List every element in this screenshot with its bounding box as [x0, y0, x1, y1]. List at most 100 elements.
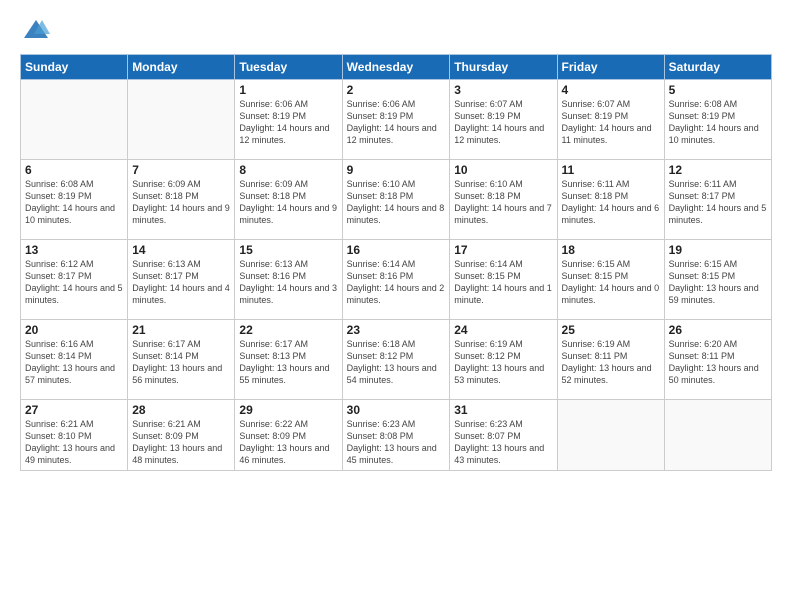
day-info: Sunrise: 6:21 AM Sunset: 8:10 PM Dayligh… [25, 418, 123, 467]
calendar-cell: 29Sunrise: 6:22 AM Sunset: 8:09 PM Dayli… [235, 400, 342, 471]
day-info: Sunrise: 6:14 AM Sunset: 8:16 PM Dayligh… [347, 258, 446, 307]
weekday-header-monday: Monday [128, 55, 235, 80]
day-number: 19 [669, 243, 767, 257]
day-info: Sunrise: 6:06 AM Sunset: 8:19 PM Dayligh… [239, 98, 337, 147]
day-info: Sunrise: 6:19 AM Sunset: 8:12 PM Dayligh… [454, 338, 552, 387]
weekday-header-tuesday: Tuesday [235, 55, 342, 80]
calendar-cell [557, 400, 664, 471]
day-number: 4 [562, 83, 660, 97]
day-number: 2 [347, 83, 446, 97]
day-number: 31 [454, 403, 552, 417]
day-info: Sunrise: 6:21 AM Sunset: 8:09 PM Dayligh… [132, 418, 230, 467]
calendar-cell: 6Sunrise: 6:08 AM Sunset: 8:19 PM Daylig… [21, 160, 128, 240]
calendar-cell: 19Sunrise: 6:15 AM Sunset: 8:15 PM Dayli… [664, 240, 771, 320]
day-number: 29 [239, 403, 337, 417]
day-info: Sunrise: 6:17 AM Sunset: 8:13 PM Dayligh… [239, 338, 337, 387]
calendar-cell: 25Sunrise: 6:19 AM Sunset: 8:11 PM Dayli… [557, 320, 664, 400]
day-number: 27 [25, 403, 123, 417]
day-number: 25 [562, 323, 660, 337]
calendar-cell: 1Sunrise: 6:06 AM Sunset: 8:19 PM Daylig… [235, 80, 342, 160]
day-info: Sunrise: 6:09 AM Sunset: 8:18 PM Dayligh… [132, 178, 230, 227]
day-info: Sunrise: 6:23 AM Sunset: 8:08 PM Dayligh… [347, 418, 446, 467]
calendar-cell: 12Sunrise: 6:11 AM Sunset: 8:17 PM Dayli… [664, 160, 771, 240]
day-info: Sunrise: 6:11 AM Sunset: 8:18 PM Dayligh… [562, 178, 660, 227]
day-info: Sunrise: 6:07 AM Sunset: 8:19 PM Dayligh… [562, 98, 660, 147]
day-number: 7 [132, 163, 230, 177]
calendar-cell: 9Sunrise: 6:10 AM Sunset: 8:18 PM Daylig… [342, 160, 450, 240]
calendar-cell [128, 80, 235, 160]
day-info: Sunrise: 6:19 AM Sunset: 8:11 PM Dayligh… [562, 338, 660, 387]
day-info: Sunrise: 6:06 AM Sunset: 8:19 PM Dayligh… [347, 98, 446, 147]
day-info: Sunrise: 6:12 AM Sunset: 8:17 PM Dayligh… [25, 258, 123, 307]
day-number: 6 [25, 163, 123, 177]
calendar-cell: 20Sunrise: 6:16 AM Sunset: 8:14 PM Dayli… [21, 320, 128, 400]
day-info: Sunrise: 6:22 AM Sunset: 8:09 PM Dayligh… [239, 418, 337, 467]
day-info: Sunrise: 6:17 AM Sunset: 8:14 PM Dayligh… [132, 338, 230, 387]
calendar-cell: 2Sunrise: 6:06 AM Sunset: 8:19 PM Daylig… [342, 80, 450, 160]
calendar-cell: 31Sunrise: 6:23 AM Sunset: 8:07 PM Dayli… [450, 400, 557, 471]
calendar-cell: 7Sunrise: 6:09 AM Sunset: 8:18 PM Daylig… [128, 160, 235, 240]
calendar-cell: 17Sunrise: 6:14 AM Sunset: 8:15 PM Dayli… [450, 240, 557, 320]
day-info: Sunrise: 6:15 AM Sunset: 8:15 PM Dayligh… [562, 258, 660, 307]
calendar-cell: 16Sunrise: 6:14 AM Sunset: 8:16 PM Dayli… [342, 240, 450, 320]
logo [20, 16, 50, 44]
day-number: 20 [25, 323, 123, 337]
calendar-cell: 30Sunrise: 6:23 AM Sunset: 8:08 PM Dayli… [342, 400, 450, 471]
day-info: Sunrise: 6:23 AM Sunset: 8:07 PM Dayligh… [454, 418, 552, 467]
day-number: 23 [347, 323, 446, 337]
day-number: 5 [669, 83, 767, 97]
day-number: 22 [239, 323, 337, 337]
weekday-header-wednesday: Wednesday [342, 55, 450, 80]
calendar-cell: 11Sunrise: 6:11 AM Sunset: 8:18 PM Dayli… [557, 160, 664, 240]
day-info: Sunrise: 6:16 AM Sunset: 8:14 PM Dayligh… [25, 338, 123, 387]
day-number: 8 [239, 163, 337, 177]
calendar-cell: 23Sunrise: 6:18 AM Sunset: 8:12 PM Dayli… [342, 320, 450, 400]
day-number: 16 [347, 243, 446, 257]
day-number: 18 [562, 243, 660, 257]
day-number: 13 [25, 243, 123, 257]
calendar-table: SundayMondayTuesdayWednesdayThursdayFrid… [20, 54, 772, 471]
calendar-cell [664, 400, 771, 471]
calendar-cell: 27Sunrise: 6:21 AM Sunset: 8:10 PM Dayli… [21, 400, 128, 471]
logo-icon [22, 16, 50, 44]
day-info: Sunrise: 6:13 AM Sunset: 8:17 PM Dayligh… [132, 258, 230, 307]
day-number: 3 [454, 83, 552, 97]
day-info: Sunrise: 6:18 AM Sunset: 8:12 PM Dayligh… [347, 338, 446, 387]
calendar-cell: 15Sunrise: 6:13 AM Sunset: 8:16 PM Dayli… [235, 240, 342, 320]
day-info: Sunrise: 6:07 AM Sunset: 8:19 PM Dayligh… [454, 98, 552, 147]
day-number: 17 [454, 243, 552, 257]
day-info: Sunrise: 6:09 AM Sunset: 8:18 PM Dayligh… [239, 178, 337, 227]
weekday-header-thursday: Thursday [450, 55, 557, 80]
calendar-cell: 3Sunrise: 6:07 AM Sunset: 8:19 PM Daylig… [450, 80, 557, 160]
day-number: 26 [669, 323, 767, 337]
day-info: Sunrise: 6:15 AM Sunset: 8:15 PM Dayligh… [669, 258, 767, 307]
calendar-cell: 4Sunrise: 6:07 AM Sunset: 8:19 PM Daylig… [557, 80, 664, 160]
day-info: Sunrise: 6:20 AM Sunset: 8:11 PM Dayligh… [669, 338, 767, 387]
calendar-cell: 24Sunrise: 6:19 AM Sunset: 8:12 PM Dayli… [450, 320, 557, 400]
page-header [20, 16, 772, 44]
calendar-cell: 18Sunrise: 6:15 AM Sunset: 8:15 PM Dayli… [557, 240, 664, 320]
day-number: 12 [669, 163, 767, 177]
day-number: 30 [347, 403, 446, 417]
day-info: Sunrise: 6:14 AM Sunset: 8:15 PM Dayligh… [454, 258, 552, 307]
day-info: Sunrise: 6:13 AM Sunset: 8:16 PM Dayligh… [239, 258, 337, 307]
calendar-cell: 28Sunrise: 6:21 AM Sunset: 8:09 PM Dayli… [128, 400, 235, 471]
day-number: 10 [454, 163, 552, 177]
day-number: 11 [562, 163, 660, 177]
calendar-cell: 13Sunrise: 6:12 AM Sunset: 8:17 PM Dayli… [21, 240, 128, 320]
calendar-cell: 14Sunrise: 6:13 AM Sunset: 8:17 PM Dayli… [128, 240, 235, 320]
day-number: 24 [454, 323, 552, 337]
day-number: 28 [132, 403, 230, 417]
calendar-cell: 21Sunrise: 6:17 AM Sunset: 8:14 PM Dayli… [128, 320, 235, 400]
day-info: Sunrise: 6:11 AM Sunset: 8:17 PM Dayligh… [669, 178, 767, 227]
day-number: 9 [347, 163, 446, 177]
day-info: Sunrise: 6:08 AM Sunset: 8:19 PM Dayligh… [669, 98, 767, 147]
calendar-cell: 8Sunrise: 6:09 AM Sunset: 8:18 PM Daylig… [235, 160, 342, 240]
day-number: 21 [132, 323, 230, 337]
calendar-cell: 26Sunrise: 6:20 AM Sunset: 8:11 PM Dayli… [664, 320, 771, 400]
day-number: 15 [239, 243, 337, 257]
day-info: Sunrise: 6:10 AM Sunset: 8:18 PM Dayligh… [347, 178, 446, 227]
day-number: 14 [132, 243, 230, 257]
day-info: Sunrise: 6:08 AM Sunset: 8:19 PM Dayligh… [25, 178, 123, 227]
day-info: Sunrise: 6:10 AM Sunset: 8:18 PM Dayligh… [454, 178, 552, 227]
